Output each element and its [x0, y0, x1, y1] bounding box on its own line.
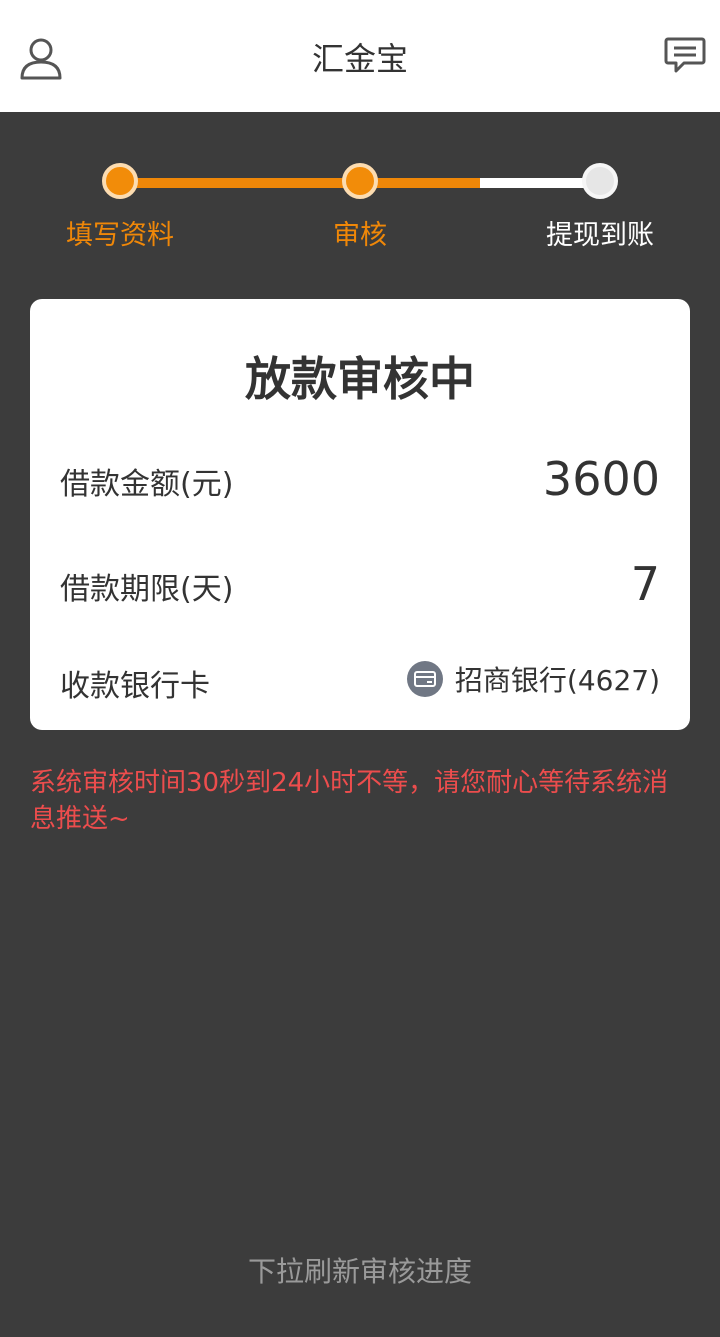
loan-term-label: 借款期限(天) — [60, 572, 234, 607]
card-title: 放款审核中 — [245, 352, 475, 406]
message-icon[interactable] — [664, 36, 706, 76]
step-dot-fill-info — [102, 163, 138, 199]
bank-card-info: 招商银行(4627) — [406, 659, 660, 699]
step-dot-withdraw — [582, 163, 618, 199]
step-label-fill-info: 填写资料 — [66, 220, 174, 251]
loan-status-card: 放款审核中 借款金额(元) 3600 借款期限(天) 7 收款银行卡 招商银行(… — [30, 299, 690, 730]
step-dot-review — [342, 163, 378, 199]
app-header: 汇金宝 — [0, 0, 720, 112]
loan-amount-value: 3600 — [542, 452, 660, 506]
bank-card-label: 收款银行卡 — [60, 669, 210, 704]
progress-steps: 填写资料 审核 提现到账 — [0, 112, 720, 292]
review-notice: 系统审核时间30秒到24小时不等，请您耐心等待系统消息推送~ — [30, 768, 669, 834]
loan-amount-label: 借款金额(元) — [60, 467, 234, 502]
step-label-withdraw: 提现到账 — [546, 220, 654, 251]
progress-track-completed — [120, 178, 480, 188]
pull-to-refresh-hint: 下拉刷新审核进度 — [247, 1255, 472, 1288]
bank-card-value: 招商银行(4627) — [454, 664, 660, 697]
page-title: 汇金宝 — [311, 40, 408, 78]
step-label-review: 审核 — [333, 220, 387, 251]
bank-card-icon — [406, 661, 443, 697]
loan-term-value: 7 — [630, 557, 660, 611]
